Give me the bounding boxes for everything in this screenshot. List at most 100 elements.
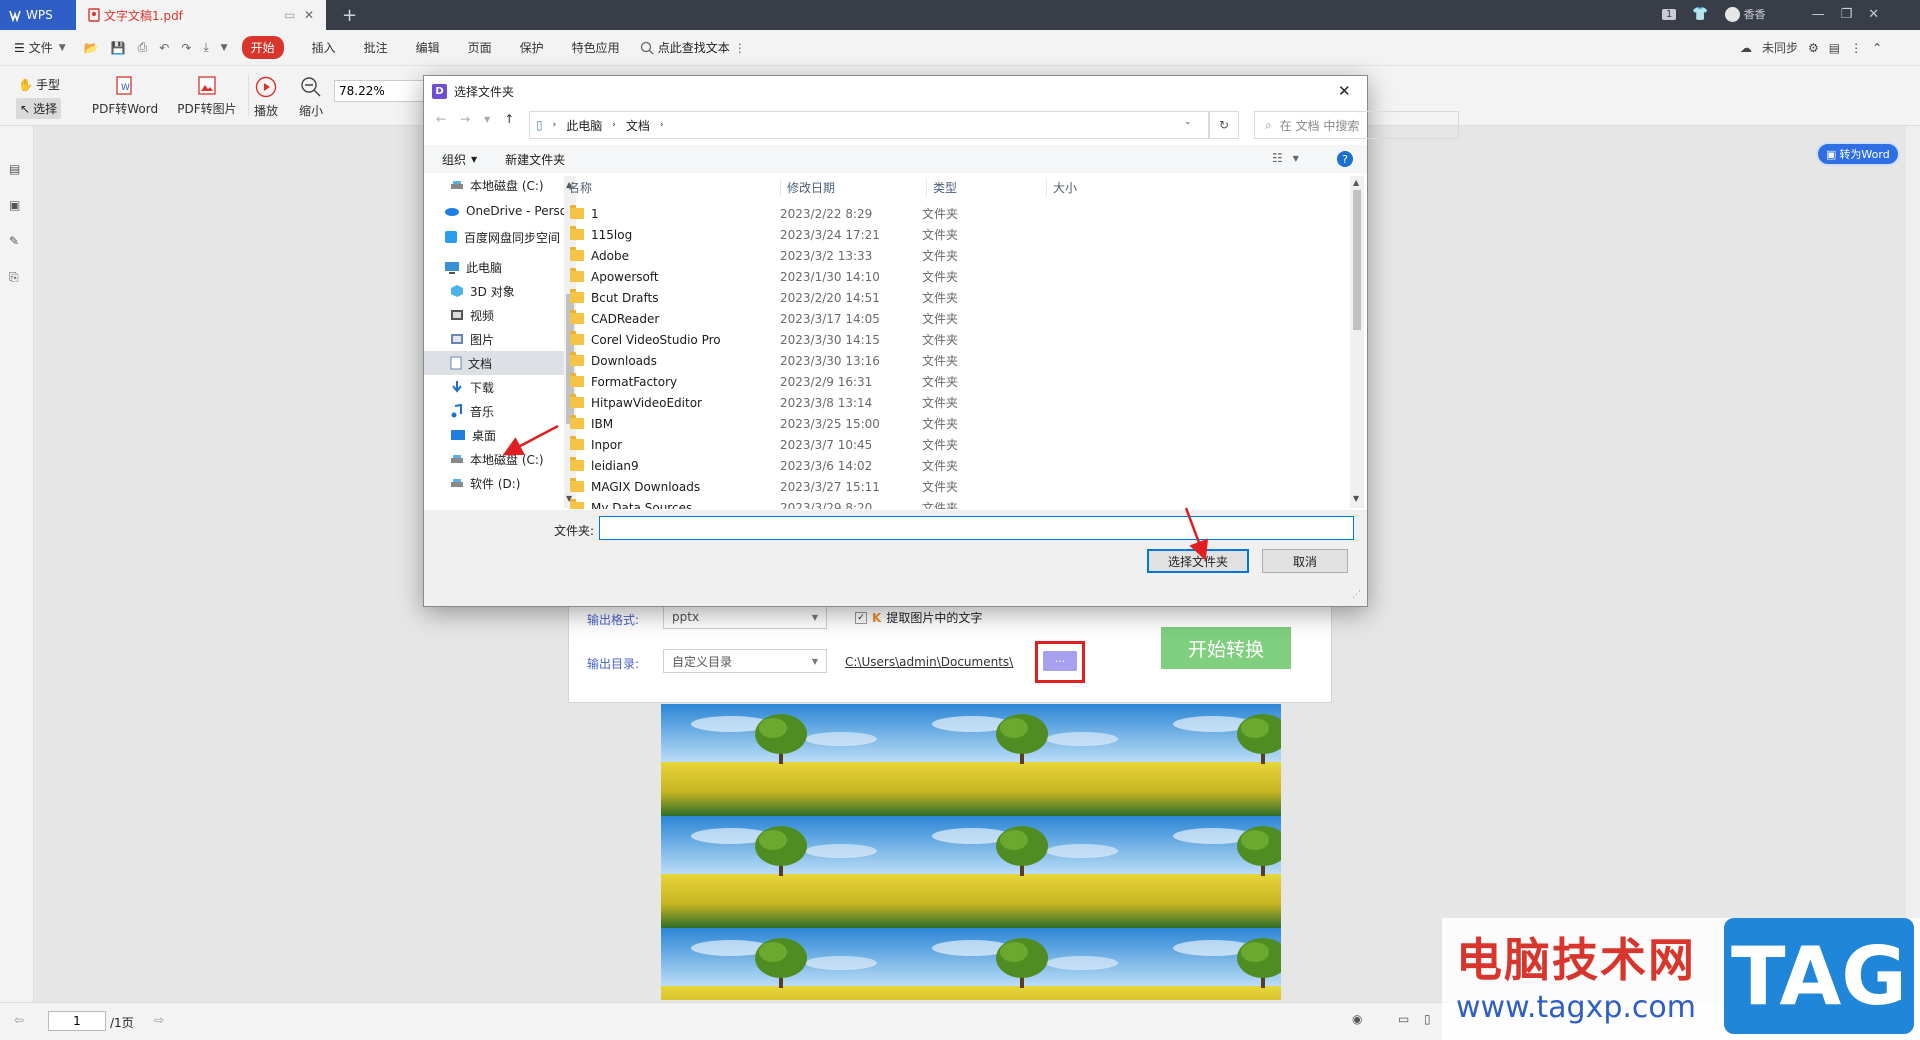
chevron-down-icon[interactable]: ▼ — [59, 43, 66, 53]
left-rail: ▤ ▣ ✎ ⎘ — [0, 126, 34, 1002]
tab-wps-home[interactable]: WPS — [0, 0, 76, 30]
start-convert-button[interactable]: 开始转换 — [1161, 627, 1291, 669]
menu-bar: ☰ 文件 ▼ 📂 💾 ⎙ ↶ ↷ ⤓ ▼ 开始 插入 批注 编辑 页面 保护 特… — [0, 30, 1920, 66]
settings-icon[interactable]: ⚙ — [1808, 41, 1819, 55]
arrow-to-select-button — [1184, 507, 1209, 561]
pdf-to-word-label: PDF转Word — [91, 102, 159, 116]
zoom-out-label: 缩小 — [298, 104, 323, 118]
annotation-arrows — [502, 424, 1209, 561]
sync-status[interactable]: 未同步 — [1762, 39, 1798, 56]
watermark-url: www.tagxp.com — [1456, 990, 1696, 1025]
menu-comment[interactable]: 批注 — [364, 39, 388, 56]
right-scrollbar[interactable] — [1906, 126, 1920, 1002]
tab-wps-label: WPS — [26, 8, 53, 22]
collapse-ribbon-icon[interactable]: ⌃ — [1872, 41, 1882, 55]
pdf-to-image-button[interactable]: PDF转图片 — [172, 76, 242, 117]
search-icon — [640, 41, 654, 55]
minimize-icon[interactable]: — — [1812, 7, 1825, 22]
restore-icon[interactable]: ❐ — [1841, 7, 1853, 22]
menu-start[interactable]: 开始 — [241, 36, 284, 59]
menu-special[interactable]: 特色应用 — [572, 39, 620, 56]
vip-icon: K — [872, 610, 882, 625]
svg-text:W: W — [121, 83, 130, 93]
menubar-right: ☁ 未同步 ⚙ ▤ ⋮ ⌃ — [1740, 39, 1882, 56]
pdf-file-icon — [88, 8, 100, 22]
select-tool[interactable]: ↖ 选择 — [16, 98, 62, 119]
select-tool-label: 选择 — [33, 102, 58, 116]
output-format-select[interactable]: pptx ▼ — [663, 605, 827, 629]
export-icon[interactable]: ⤓ — [203, 40, 208, 55]
output-format-label: 输出格式: — [587, 613, 640, 627]
pdf-to-image-label: PDF转图片 — [177, 102, 237, 116]
output-path[interactable]: C:\Users\admin\Documents\ — [845, 655, 1013, 669]
cloud-sync-icon: ☁ — [1740, 40, 1752, 55]
site-watermark: 电脑技术网 www.tagxp.com TAG — [1442, 918, 1920, 1040]
annotation-icon[interactable]: ✎ — [9, 234, 19, 248]
thumbnail-icon[interactable]: ▣ — [9, 198, 20, 212]
page-total: /1页 — [110, 1016, 134, 1030]
hand-tool[interactable]: ✋ 手型 — [18, 76, 60, 93]
close-window-icon[interactable]: ✕ — [1868, 7, 1879, 22]
menu-page[interactable]: 页面 — [468, 39, 492, 56]
wps-logo-icon — [8, 8, 22, 22]
comment-icon[interactable]: ▤ — [1829, 41, 1840, 55]
chevron-down-icon: ▼ — [811, 612, 818, 622]
undo-icon[interactable]: ↶ — [159, 41, 169, 55]
new-tab-icon[interactable]: + — [342, 5, 357, 26]
title-bar: WPS 文字文稿1.pdf ▭ ✕ + 1 👕 香香 — ❐ ✕ — [0, 0, 1920, 30]
single-page-icon[interactable]: ▭ — [1398, 1012, 1409, 1026]
save-icon[interactable]: 💾 — [111, 41, 126, 55]
cursor-icon: ↖ — [20, 101, 31, 116]
zoom-out-icon — [300, 76, 322, 98]
skin-icon[interactable]: 👕 — [1692, 7, 1708, 22]
browse-button[interactable]: ··· — [1043, 651, 1077, 671]
hamburger-icon[interactable]: ☰ — [14, 41, 25, 55]
eye-icon[interactable]: ◉ — [1352, 1012, 1362, 1026]
more-icon[interactable]: ▼ — [221, 43, 228, 53]
menu-edit[interactable]: 编辑 — [416, 39, 440, 56]
attachment-icon[interactable]: ⎘ — [9, 270, 19, 285]
play-button[interactable]: 播放 — [252, 76, 280, 119]
menu-protect[interactable]: 保护 — [520, 39, 544, 56]
double-page-icon[interactable]: ▯ — [1424, 1012, 1431, 1026]
extract-text-option[interactable]: ✓ K 提取图片中的文字 — [855, 609, 982, 626]
next-page-icon[interactable]: ⇨ — [154, 1013, 164, 1027]
find-text-label: 点此查找文本 — [657, 41, 730, 55]
chevron-down-icon: ▼ — [811, 656, 818, 666]
output-dir-select[interactable]: 自定义目录 ▼ — [663, 649, 827, 673]
menu-file[interactable]: 文件 — [29, 39, 53, 56]
user-account[interactable]: 香香 — [1724, 6, 1766, 22]
page-number-input[interactable] — [48, 1011, 106, 1031]
user-name: 香香 — [1743, 8, 1766, 21]
landscape-image — [661, 704, 1281, 1000]
outline-icon[interactable]: ▤ — [9, 162, 20, 176]
checkbox[interactable]: ✓ — [855, 611, 867, 624]
tab-close-icon[interactable]: ✕ — [304, 8, 314, 22]
avatar — [1724, 6, 1740, 22]
tag-logo-text: TAG — [1731, 929, 1907, 1023]
pdf-image-icon — [196, 76, 218, 96]
page-count-badge[interactable]: 1 — [1662, 8, 1677, 20]
redo-icon[interactable]: ↷ — [181, 41, 191, 55]
print-icon[interactable]: ⎙ — [138, 40, 148, 55]
zoom-out-button[interactable]: 缩小 — [296, 76, 326, 119]
kebab-icon[interactable]: ⋮ — [734, 41, 746, 55]
tag-logo: TAG — [1724, 918, 1914, 1034]
arrow-to-desktop — [502, 424, 559, 456]
prev-page-icon[interactable]: ⇦ — [14, 1013, 24, 1027]
find-text[interactable]: 点此查找文本 ⋮ — [640, 39, 746, 56]
zoom-input[interactable] — [334, 80, 426, 102]
extract-text-label: 提取图片中的文字 — [886, 611, 983, 625]
watermark-title: 电脑技术网 — [1456, 933, 1696, 987]
menu-insert[interactable]: 插入 — [312, 39, 336, 56]
more-menu-icon[interactable]: ⋮ — [1850, 41, 1862, 55]
pdf-to-word-button[interactable]: W PDF转Word — [90, 76, 160, 117]
tab-window-icon[interactable]: ▭ — [284, 8, 295, 22]
output-dir-value: 自定义目录 — [672, 654, 733, 669]
hand-icon: ✋ — [18, 77, 33, 92]
play-icon — [255, 76, 277, 98]
open-icon[interactable]: 📂 — [84, 41, 99, 55]
tab-document[interactable]: 文字文稿1.pdf ▭ ✕ — [76, 0, 326, 30]
convert-to-word-button[interactable]: ▣ 转为Word — [1816, 142, 1900, 166]
toolbar-divider — [248, 76, 249, 116]
